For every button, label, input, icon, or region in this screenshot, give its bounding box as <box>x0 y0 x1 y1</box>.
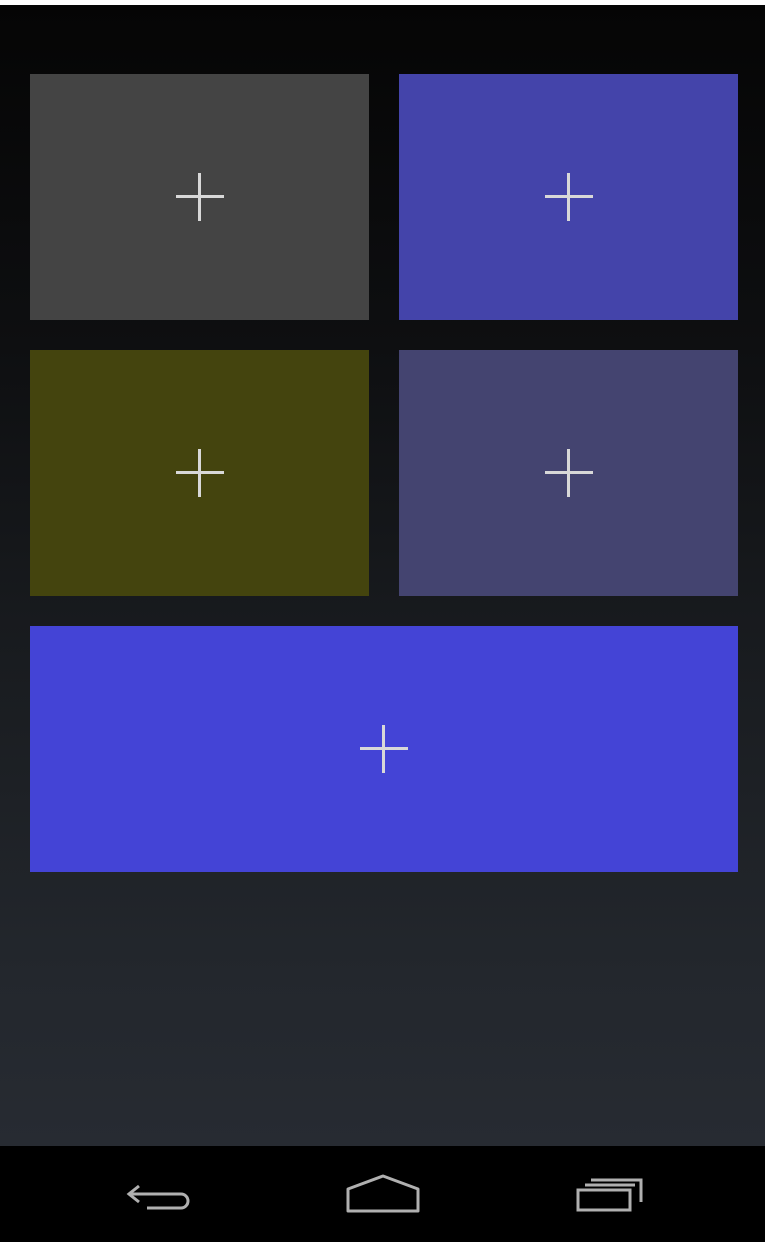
plus-icon <box>175 173 224 221</box>
add-tile-3[interactable] <box>30 350 369 596</box>
back-arrow-icon <box>126 1184 190 1210</box>
add-tile-2[interactable] <box>399 74 738 320</box>
plus-icon <box>544 173 593 221</box>
phone-screen <box>0 0 765 1242</box>
add-tile-4[interactable] <box>399 350 738 596</box>
add-tile-wide[interactable] <box>30 626 738 872</box>
plus-icon <box>175 449 224 497</box>
tile-grid <box>0 5 765 1146</box>
home-icon <box>346 1174 420 1213</box>
navigation-bar <box>0 1146 765 1242</box>
recent-apps-button[interactable] <box>550 1164 670 1224</box>
plus-icon <box>360 725 408 773</box>
back-button[interactable] <box>100 1164 220 1224</box>
recent-apps-icon <box>576 1178 643 1212</box>
add-tile-1[interactable] <box>30 74 369 320</box>
plus-icon <box>544 449 593 497</box>
home-button[interactable] <box>323 1164 443 1224</box>
